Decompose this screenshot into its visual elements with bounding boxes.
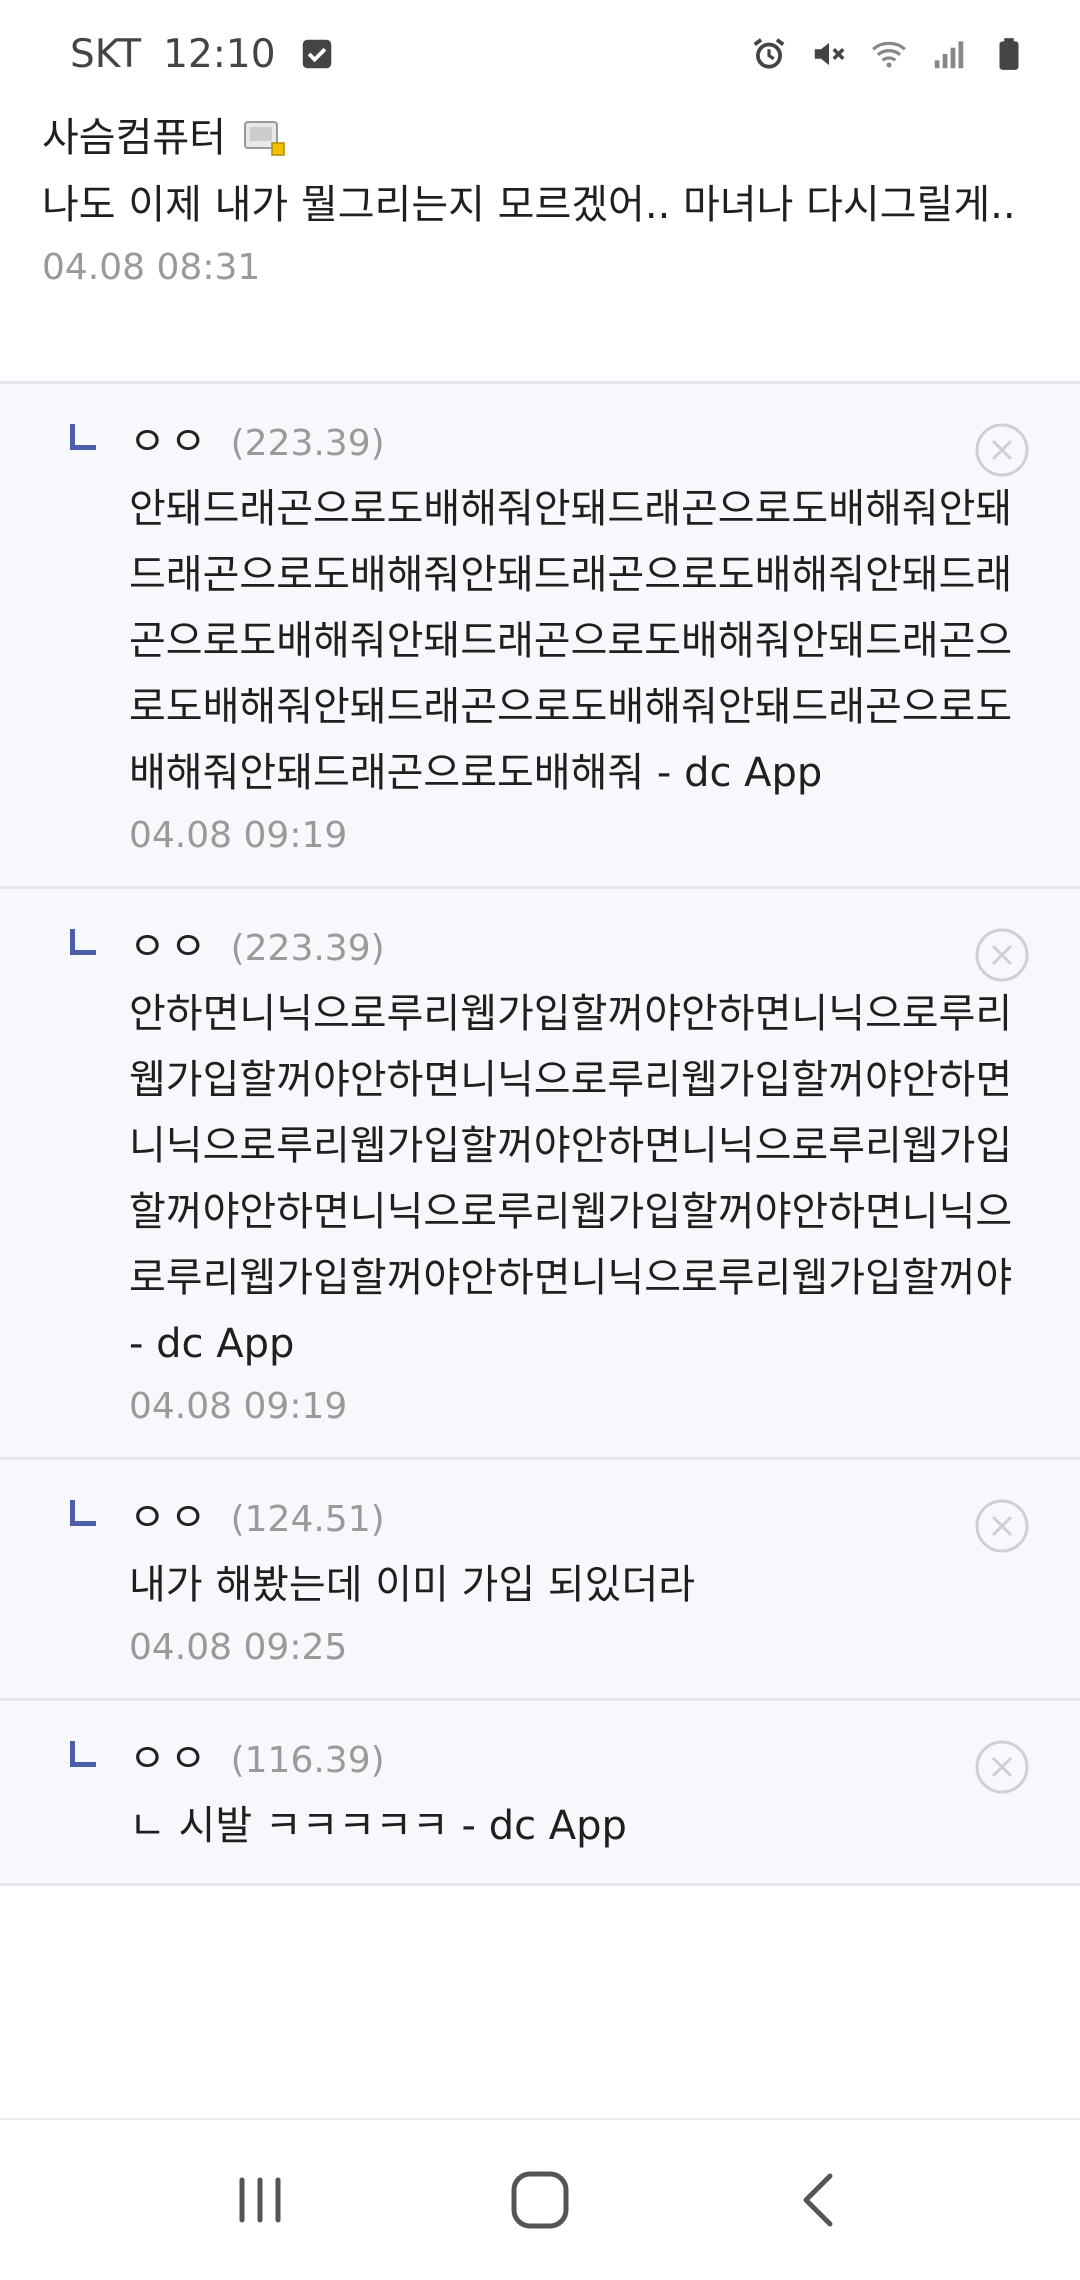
comment-author[interactable]: ㅇㅇ xyxy=(129,919,211,975)
comment-author[interactable]: ㅇㅇ xyxy=(129,1490,211,1546)
delete-comment-button[interactable] xyxy=(974,1498,1030,1554)
comment-body: 내가 해봤는데 이미 가입 되있더라 xyxy=(129,1562,696,1608)
comment-item: ㅇㅇ (116.39) ㄴ 시발 ㅋㅋㅋㅋㅋ - dc App xyxy=(0,1701,1080,1886)
comment-item: ㅇㅇ (223.39) 안돼드래곤으로도배해줘안돼드래곤으로도배해줘안돼드래곤으… xyxy=(0,384,1080,889)
comment-header: ㅇㅇ (223.39) xyxy=(129,414,1024,472)
reply-arrow-icon xyxy=(70,1741,96,1767)
delete-comment-button[interactable] xyxy=(974,422,1030,478)
close-circle-icon xyxy=(975,423,1029,477)
comment-body: ㄴ 시발 ㅋㅋㅋㅋㅋ - dc App xyxy=(129,1803,627,1849)
post-timestamp: 04.08 08:31 xyxy=(42,247,261,288)
alarm-icon xyxy=(750,35,788,73)
comment-ip: (223.39) xyxy=(230,423,385,464)
wifi-icon xyxy=(870,35,908,73)
comment-author[interactable]: ㅇㅇ xyxy=(129,1731,211,1787)
system-nav-bar xyxy=(0,2118,1080,2280)
comment-ip: (116.39) xyxy=(230,1740,385,1781)
battery-icon xyxy=(990,35,1028,73)
close-circle-icon xyxy=(975,928,1029,982)
status-left: SKT 12:10 xyxy=(70,32,336,77)
post-body: 나도 이제 내가 뭘그리는지 모르겠어.. 마녀나 다시그릴게.. xyxy=(42,182,1016,228)
reply-arrow-icon xyxy=(70,1500,96,1526)
fixed-nick-icon xyxy=(242,118,286,158)
home-icon xyxy=(511,2171,569,2229)
comment-timestamp: 04.08 09:19 xyxy=(129,1386,348,1427)
back-button[interactable] xyxy=(780,2160,860,2240)
comment-body: 안하면니닉으로루리웹가입할꺼야안하면니닉으로루리웹가입할꺼야안하면니닉으로루리웹… xyxy=(129,991,1013,1367)
mute-icon xyxy=(810,35,848,73)
post-author-row: 사슴컴퓨터 xyxy=(42,110,1038,166)
comment-ip: (223.39) xyxy=(230,928,385,969)
status-bar: SKT 12:10 xyxy=(0,0,1080,108)
comment-header: ㅇㅇ (124.51) xyxy=(129,1490,1024,1548)
comment-timestamp: 04.08 09:25 xyxy=(129,1627,348,1668)
comment-timestamp: 04.08 09:19 xyxy=(129,815,348,856)
checkbox-icon xyxy=(298,35,336,73)
close-circle-icon xyxy=(975,1740,1029,1794)
comment-list: ㅇㅇ (223.39) 안돼드래곤으로도배해줘안돼드래곤으로도배해줘안돼드래곤으… xyxy=(0,384,1080,1886)
original-post: 사슴컴퓨터 나도 이제 내가 뭘그리는지 모르겠어.. 마녀나 다시그릴게.. … xyxy=(0,108,1080,384)
clock-label: 12:10 xyxy=(163,31,276,77)
comment-item: ㅇㅇ (124.51) 내가 해봤는데 이미 가입 되있더라 04.08 09:… xyxy=(0,1460,1080,1701)
reply-arrow-icon xyxy=(70,424,96,450)
delete-comment-button[interactable] xyxy=(974,1739,1030,1795)
home-button[interactable] xyxy=(500,2160,580,2240)
comment-item: ㅇㅇ (223.39) 안하면니닉으로루리웹가입할꺼야안하면니닉으로루리웹가입할… xyxy=(0,889,1080,1460)
comment-body: 안돼드래곤으로도배해줘안돼드래곤으로도배해줘안돼드래곤으로도배해줘안돼드래곤으로… xyxy=(129,486,1013,796)
back-icon xyxy=(803,2173,833,2227)
reply-arrow-icon xyxy=(70,929,96,955)
delete-comment-button[interactable] xyxy=(974,927,1030,983)
recent-apps-icon xyxy=(239,2177,281,2223)
comment-ip: (124.51) xyxy=(230,1499,385,1540)
status-right xyxy=(750,35,1028,73)
comment-header: ㅇㅇ (223.39) xyxy=(129,919,1024,977)
comment-author[interactable]: ㅇㅇ xyxy=(129,414,211,470)
signal-icon xyxy=(930,35,968,73)
post-author-name[interactable]: 사슴컴퓨터 xyxy=(42,110,226,166)
recent-apps-button[interactable] xyxy=(220,2160,300,2240)
comment-header: ㅇㅇ (116.39) xyxy=(129,1731,1024,1789)
carrier-label: SKT xyxy=(70,31,142,77)
close-circle-icon xyxy=(975,1499,1029,1553)
